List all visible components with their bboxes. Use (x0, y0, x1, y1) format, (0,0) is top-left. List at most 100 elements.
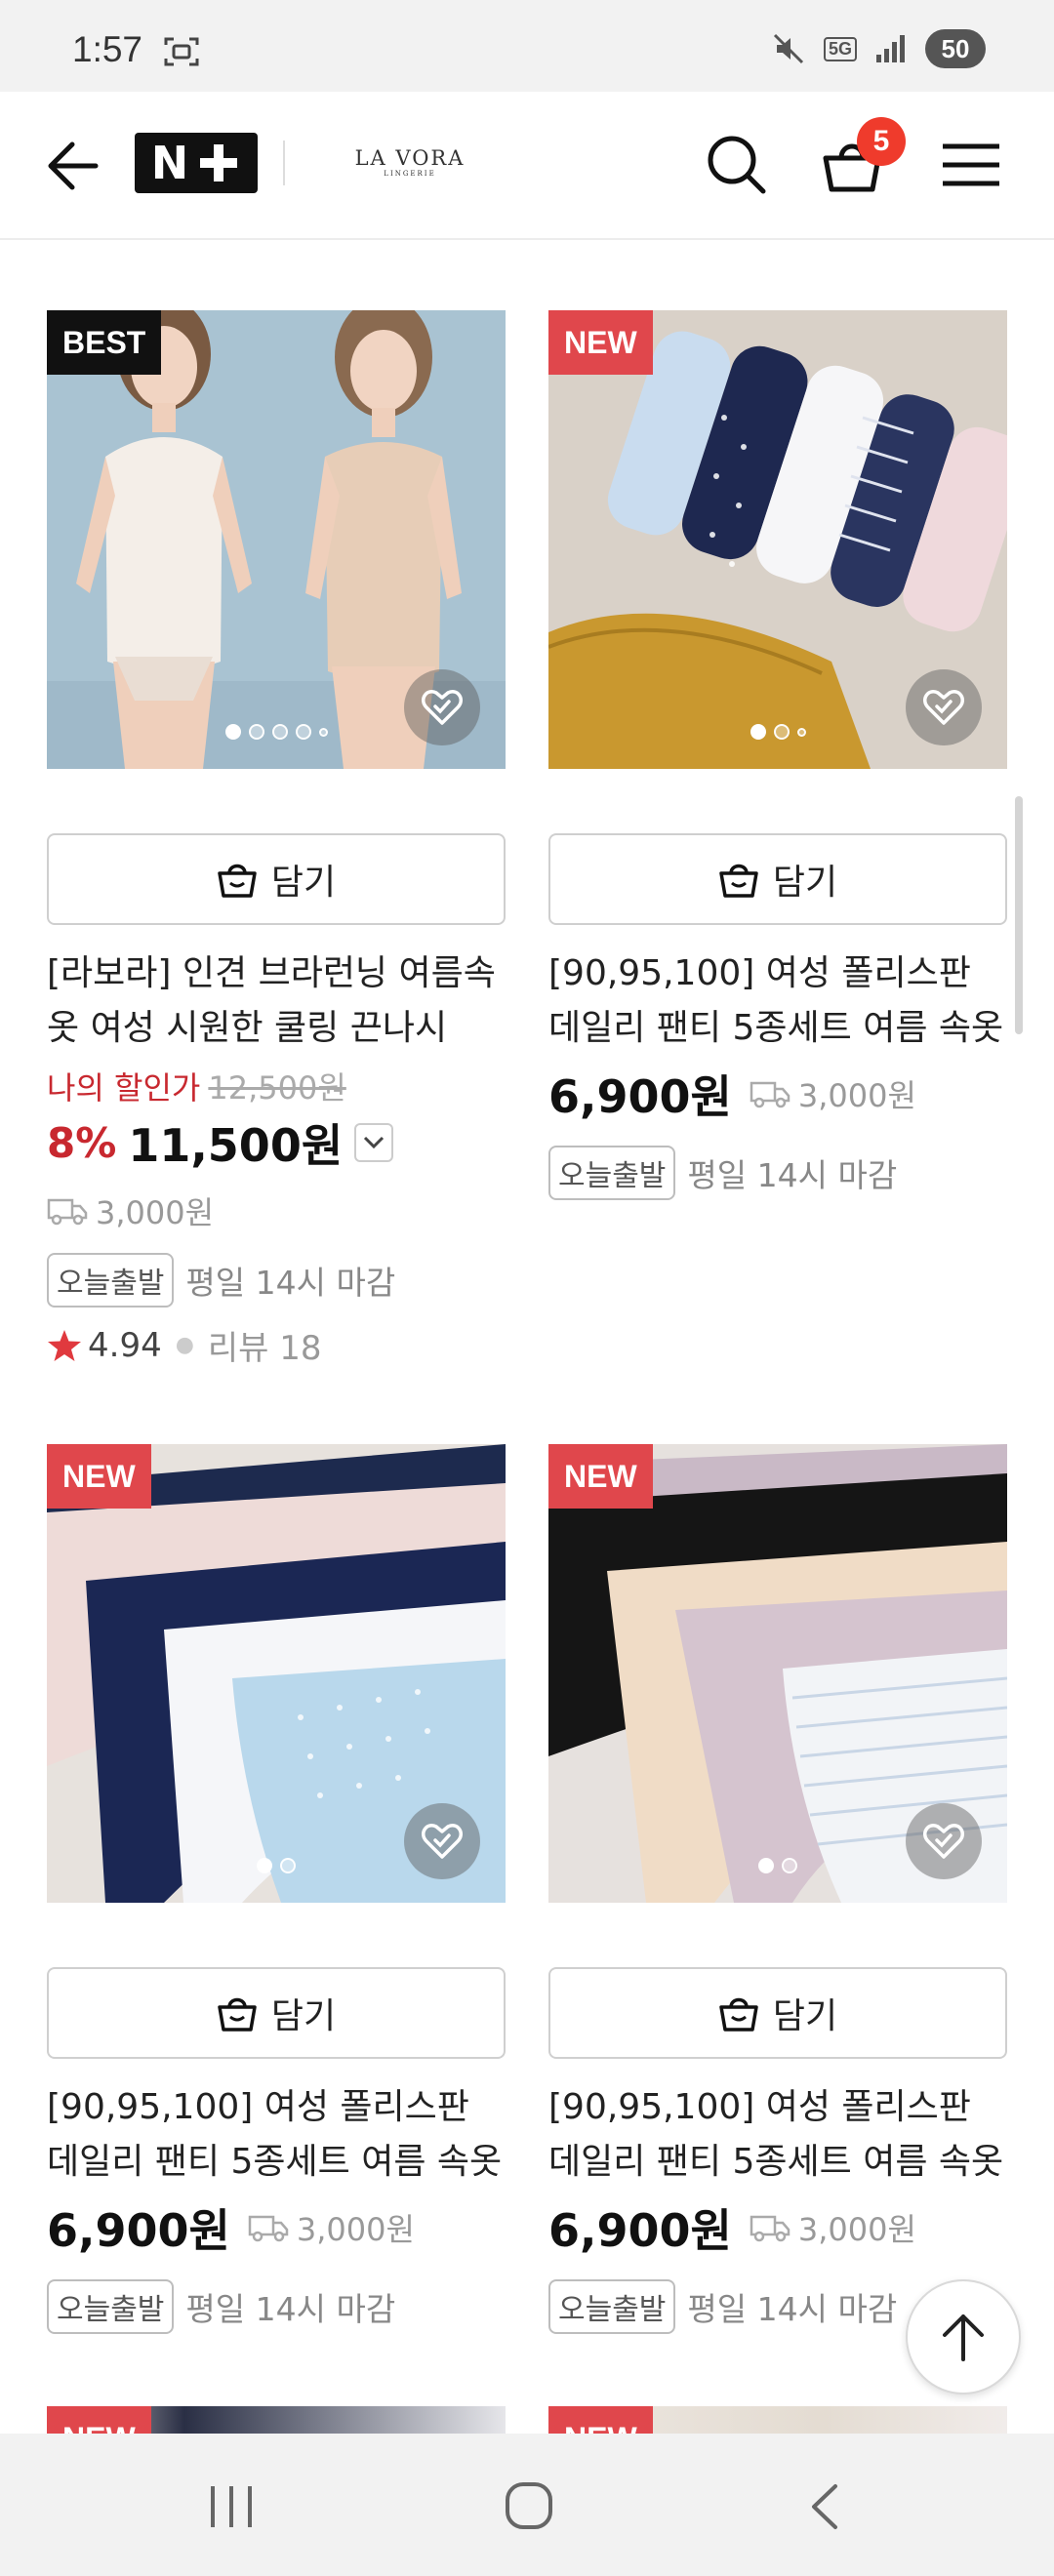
product-card[interactable]: NEW 담기 [90,95,100] 여성 폴리스판 데일리 팬티 5종세트 여… (548, 1444, 1007, 2334)
status-time: 1:57 (72, 29, 143, 69)
pagination-dot (248, 724, 264, 740)
wishlist-button[interactable] (906, 1803, 982, 1879)
shipping-fee-value: 3,000원 (296, 2211, 415, 2248)
truck-icon (750, 1081, 790, 1108)
discount-percent: 8% (47, 1118, 117, 1167)
discount-label: 나의 할인가 12,500원 (47, 1064, 506, 1108)
product-title[interactable]: [90,95,100] 여성 폴리스판 데일리 팬티 5종세트 여름 속옷 (548, 2080, 1007, 2190)
price-row: 6,900원 3,000원 (47, 2195, 506, 2260)
scrollbar[interactable] (1015, 796, 1023, 1034)
shipping-fee: 3,000원 (47, 1188, 506, 1233)
cart-icon (719, 1997, 758, 2032)
same-day-badge: 오늘출발 (548, 1146, 676, 1200)
cart-icon (719, 864, 758, 898)
original-price: 12,500원 (208, 1069, 346, 1107)
pagination-dot (773, 724, 790, 740)
product-badge: NEW (47, 1444, 151, 1509)
nplus-logo[interactable]: N (135, 133, 258, 193)
product-image[interactable]: NEW (548, 310, 1007, 769)
back-icon[interactable] (806, 2482, 841, 2531)
same-day-badge: 오늘출발 (47, 2279, 175, 2334)
back-arrow-icon[interactable] (43, 137, 101, 195)
heart-icon (923, 690, 964, 725)
product-badge: NEW (47, 2406, 151, 2434)
review-count: 리뷰 18 (207, 1329, 322, 1368)
pagination-dot (758, 1858, 774, 1873)
top-header: N LA VORA LINGERIE 5 (0, 92, 1054, 240)
pagination-dot (257, 1858, 272, 1873)
product-card[interactable]: NEW 담기 [90,95,100] 여성 폴리스판 데일리 팬티 5종세트 여… (548, 310, 1007, 1200)
same-day-badge: 오늘출발 (47, 1253, 175, 1308)
heart-icon (422, 690, 463, 725)
nplus-n-glyph: N (150, 137, 189, 189)
add-to-cart-button[interactable]: 담기 (47, 833, 506, 925)
pagination-dot (750, 724, 766, 740)
add-to-cart-label: 담기 (270, 1996, 337, 2036)
product-image[interactable]: BEST (47, 310, 506, 769)
product-badge: NEW (548, 1444, 653, 1509)
star-icon (48, 1329, 81, 1361)
price-detail-toggle[interactable] (354, 1123, 394, 1162)
delivery-info: 오늘출발 평일 14시 마감 (548, 1146, 1007, 1200)
pagination-dot (318, 728, 328, 737)
rating-score: 4.94 (88, 1325, 162, 1365)
brand-logo[interactable]: LA VORA LINGERIE (351, 146, 468, 178)
rating-separator: ● (175, 1333, 194, 1357)
add-to-cart-button[interactable]: 담기 (548, 833, 1007, 925)
shipping-fee: 3,000원 (750, 1071, 916, 1116)
product-title[interactable]: [90,95,100] 여성 폴리스판 데일리 팬티 5종세트 여름 속옷 (47, 2080, 506, 2190)
brand-subtitle: LINGERIE (384, 170, 436, 178)
shipping-fee: 3,000원 (750, 2205, 916, 2250)
recent-apps-icon[interactable] (207, 2484, 256, 2529)
pagination-dot (295, 724, 311, 740)
product-badge: NEW (548, 2406, 653, 2434)
product-price: 6,900원 (548, 1070, 732, 1123)
system-navigation-bar (0, 2434, 1054, 2576)
home-icon[interactable] (504, 2480, 554, 2531)
chevron-down-icon (364, 1136, 385, 1149)
arrow-up-icon (943, 2314, 984, 2361)
cart-icon (218, 1997, 257, 2032)
screenshot-icon (164, 37, 199, 66)
pagination-dot (796, 728, 806, 737)
delivery-info: 오늘출발 평일 14시 마감 (47, 2279, 506, 2334)
product-title[interactable]: [90,95,100] 여성 폴리스판 데일리 팬티 5종세트 여름 속옷 (548, 946, 1007, 1056)
product-title[interactable]: [라보라] 인견 브라런닝 여름속옷 여성 시원한 쿨링 끈나시 (47, 946, 506, 1056)
cart-count-badge: 5 (857, 117, 906, 166)
scroll-to-top-button[interactable] (906, 2279, 1021, 2395)
shipping-fee: 3,000원 (248, 2205, 415, 2250)
product-image[interactable]: NEW (548, 1444, 1007, 1903)
add-to-cart-button[interactable]: 담기 (548, 1967, 1007, 2059)
next-product-peek[interactable]: NEW (548, 2406, 1007, 2434)
pagination-dot (224, 724, 241, 740)
truck-icon (47, 1198, 88, 1226)
header-divider (283, 141, 285, 185)
cart-icon (218, 864, 257, 898)
next-product-peek[interactable]: NEW (47, 2406, 506, 2434)
search-icon[interactable] (703, 131, 771, 199)
wishlist-button[interactable] (404, 1803, 480, 1879)
product-price: 6,900원 (47, 2204, 230, 2257)
signal-icon (876, 35, 905, 62)
shipping-fee-value: 3,000원 (96, 1194, 215, 1231)
heart-icon (422, 1824, 463, 1859)
rating-row: 4.94 ● 리뷰 18 (47, 1321, 506, 1369)
product-badge: BEST (47, 310, 162, 375)
wishlist-button[interactable] (906, 669, 982, 745)
truck-icon (248, 2215, 289, 2242)
product-image[interactable]: NEW (47, 1444, 506, 1903)
add-to-cart-label: 담기 (772, 1996, 838, 2036)
wishlist-button[interactable] (404, 669, 480, 745)
battery-level: 50 (925, 29, 986, 68)
product-card[interactable]: BEST 담기 [라보라] 인견 브라런닝 여름속옷 여성 시원한 쿨링 끈나시… (47, 310, 506, 1369)
add-to-cart-button[interactable]: 담기 (47, 1967, 506, 2059)
menu-icon[interactable] (937, 131, 1005, 199)
network-label: 5G (823, 36, 857, 61)
delivery-info: 오늘출발 평일 14시 마감 (47, 1253, 506, 1308)
product-badge: NEW (548, 310, 653, 375)
pagination-dot (271, 724, 288, 740)
product-card[interactable]: NEW 담기 [90,95,100] 여성 폴리스판 데일리 팬티 5종세트 여… (47, 1444, 506, 2334)
price-row: 8% 11,500원 (47, 1110, 506, 1175)
price-row: 6,900원 3,000원 (548, 2195, 1007, 2260)
heart-icon (923, 1824, 964, 1859)
